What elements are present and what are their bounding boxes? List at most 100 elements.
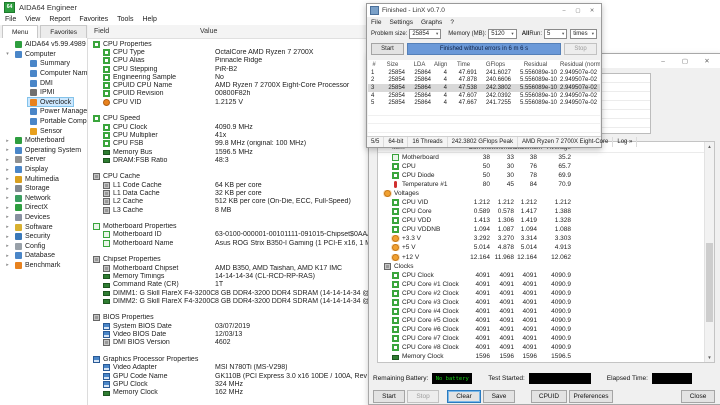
run-count-select[interactable]: 5▾ xyxy=(544,29,567,39)
gsq-icon xyxy=(392,163,399,170)
expander-icon[interactable]: ▸ xyxy=(3,138,12,144)
menu-help[interactable]: Help xyxy=(142,16,156,23)
tab-favorites[interactable]: Favorites xyxy=(40,25,87,38)
menu-file[interactable]: File xyxy=(5,16,16,23)
linx-menu-graphs[interactable]: Graphs xyxy=(421,19,442,26)
status-segment-16-threads: 16 Threads xyxy=(408,137,447,147)
stat-row-memory-clock[interactable]: Memory Clock1596159615961596.5 xyxy=(378,352,714,361)
tab-menu[interactable]: Menu xyxy=(2,25,38,38)
linx-menu-[interactable]: ? xyxy=(450,19,454,26)
linx-start-button[interactable]: Start xyxy=(371,43,404,55)
stat-row-cpu-core-1-clock[interactable]: CPU Core #1 Clock4091409140914090.9 xyxy=(378,280,714,289)
stat-row-3-3-v[interactable]: +3.3 V3.2923.2703.3143.303 xyxy=(378,234,714,243)
stat-row-cpu-core-8-clock[interactable]: CPU Core #8 Clock4091409140914090.9 xyxy=(378,343,714,352)
maximize-icon[interactable]: ▢ xyxy=(677,56,693,67)
chevron-down-icon: ▾ xyxy=(562,31,564,37)
stat-row-cpu-clock[interactable]: CPU Clock4091409140914090.9 xyxy=(378,271,714,280)
stat-row-cpu-core-6-clock[interactable]: CPU Core #6 Clock4091409140914090.9 xyxy=(378,325,714,334)
expander-icon[interactable]: ▸ xyxy=(3,243,12,249)
chip-icon xyxy=(103,190,110,197)
stat-row-cpu[interactable]: CPU50307665.7 xyxy=(378,162,714,171)
sensor-icon xyxy=(30,128,37,135)
scroll-up-icon[interactable]: ▲ xyxy=(705,142,714,151)
stat-row-cpu-core-3-clock[interactable]: CPU Core #3 Clock4091409140914090.9 xyxy=(378,298,714,307)
stat-row-motherboard[interactable]: Motherboard38333835.2 xyxy=(378,153,714,162)
linx-menubar: File Settings Graphs? xyxy=(367,17,601,27)
gsq-icon xyxy=(103,124,110,131)
remaining-battery-label: Remaining Battery: xyxy=(373,375,428,382)
menu-report[interactable]: Report xyxy=(49,16,70,23)
expander-icon[interactable]: ▸ xyxy=(3,262,12,268)
expander-icon[interactable]: ▾ xyxy=(3,51,12,57)
database-icon xyxy=(15,252,22,259)
start-button[interactable]: Start xyxy=(373,390,405,403)
expander-icon[interactable]: ▸ xyxy=(3,176,12,182)
table-row[interactable]: 12585425864447.691241.60275.556089e-102.… xyxy=(368,69,600,77)
save-button[interactable]: Save xyxy=(483,390,515,403)
table-row[interactable]: 22585425864447.878240.66065.556089e-102.… xyxy=(368,77,600,85)
problem-size-select[interactable]: 25854▾ xyxy=(409,29,441,39)
cpuid-button[interactable]: CPUID xyxy=(531,390,567,403)
gsq-icon xyxy=(392,308,399,315)
table-row[interactable]: 42585425864447.607242.03925.556089e-102.… xyxy=(368,92,600,100)
tree-item-ipmi[interactable]: IPMI xyxy=(0,88,87,98)
linx-maximize-icon[interactable]: ▢ xyxy=(572,5,584,16)
stat-row-5-v[interactable]: +5 V5.0144.8785.0144.913 xyxy=(378,243,714,252)
expander-icon[interactable]: ▸ xyxy=(3,205,12,211)
run-units-select[interactable]: times▾ xyxy=(570,29,597,39)
menu-favorites[interactable]: Favorites xyxy=(79,16,108,23)
expander-icon[interactable]: ▸ xyxy=(3,157,12,163)
gsq-icon xyxy=(103,90,110,97)
linx-close-icon[interactable]: ✕ xyxy=(586,5,598,16)
expander-icon[interactable]: ▸ xyxy=(3,195,12,201)
close-button[interactable]: Close xyxy=(681,390,715,403)
expander-icon[interactable]: ▸ xyxy=(3,186,12,192)
stat-row-cpu-core-7-clock[interactable]: CPU Core #7 Clock4091409140914090.9 xyxy=(378,334,714,343)
ram-icon xyxy=(103,299,110,304)
minimize-icon[interactable]: – xyxy=(655,56,671,67)
expander-icon[interactable]: ▸ xyxy=(3,214,12,220)
stat-row-cpu-diode[interactable]: CPU Diode50307869.9 xyxy=(378,171,714,180)
table-row[interactable]: 52585425864447.667241.72555.556089e-102.… xyxy=(368,99,600,107)
monitor-icon xyxy=(103,323,110,330)
clear-button[interactable]: Clear xyxy=(447,390,481,403)
expander-icon[interactable]: ▸ xyxy=(3,234,12,240)
expander-icon[interactable]: ▸ xyxy=(3,224,12,230)
linx-minimize-icon[interactable]: – xyxy=(558,5,570,16)
expander-icon[interactable]: ▸ xyxy=(3,147,12,153)
menu-view[interactable]: View xyxy=(25,16,40,23)
value-column-header[interactable]: Value xyxy=(200,28,217,35)
stat-row-cpu-vdd[interactable]: CPU VDD1.4131.3061.4191.328 xyxy=(378,216,714,225)
stat-row-cpu-vid[interactable]: CPU VID1.2121.2121.2121.212 xyxy=(378,198,714,207)
scrollbar-thumb[interactable] xyxy=(706,243,713,322)
statistics-scrollbar[interactable]: ▲ ▼ xyxy=(704,142,714,362)
close-icon[interactable]: ✕ xyxy=(699,56,715,67)
tree-item-benchmark[interactable]: ▸Benchmark xyxy=(0,261,87,271)
server-icon xyxy=(15,156,22,163)
scroll-down-icon[interactable]: ▼ xyxy=(705,353,714,362)
expander-icon[interactable]: ▸ xyxy=(3,253,12,259)
stat-row-cpu-vddnb[interactable]: CPU VDDNB1.0941.0871.0941.088 xyxy=(378,225,714,234)
stat-row-12-v[interactable]: +12 V12.16411.96812.16412.062 xyxy=(378,253,714,262)
chip-icon xyxy=(93,314,100,321)
field-column-header[interactable]: Field xyxy=(88,28,109,35)
table-row[interactable]: 32585425864447.538242.38025.556089e-102.… xyxy=(368,84,600,92)
memory-select[interactable]: 5120▾ xyxy=(488,29,516,39)
stat-row-temperature-1[interactable]: Temperature #180458470.9 xyxy=(378,180,714,189)
expander-icon[interactable]: ▸ xyxy=(3,167,12,173)
stat-row-cpu-core-5-clock[interactable]: CPU Core #5 Clock4091409140914090.9 xyxy=(378,316,714,325)
sun-icon xyxy=(384,190,391,197)
stat-row-clocks[interactable]: Clocks xyxy=(378,262,714,271)
gsq-icon xyxy=(103,132,110,139)
sun-icon xyxy=(392,244,399,251)
preferences-button[interactable]: Preferences xyxy=(569,390,613,403)
status-segment-log[interactable]: Log » xyxy=(613,137,637,147)
menu-tools[interactable]: Tools xyxy=(117,16,133,23)
linx-titlebar[interactable]: Finished - LinX v0.7.0 – ▢ ✕ xyxy=(367,4,601,17)
linx-menu-settings[interactable]: Settings xyxy=(389,19,413,26)
stat-row-cpu-core-2-clock[interactable]: CPU Core #2 Clock4091409140914090.9 xyxy=(378,289,714,298)
stat-row-cpu-core[interactable]: CPU Core0.5890.5781.4171.388 xyxy=(378,207,714,216)
linx-menu-file[interactable]: File xyxy=(371,19,381,26)
stat-row-voltages[interactable]: Voltages xyxy=(378,189,714,198)
stat-row-cpu-core-4-clock[interactable]: CPU Core #4 Clock4091409140914090.9 xyxy=(378,307,714,316)
